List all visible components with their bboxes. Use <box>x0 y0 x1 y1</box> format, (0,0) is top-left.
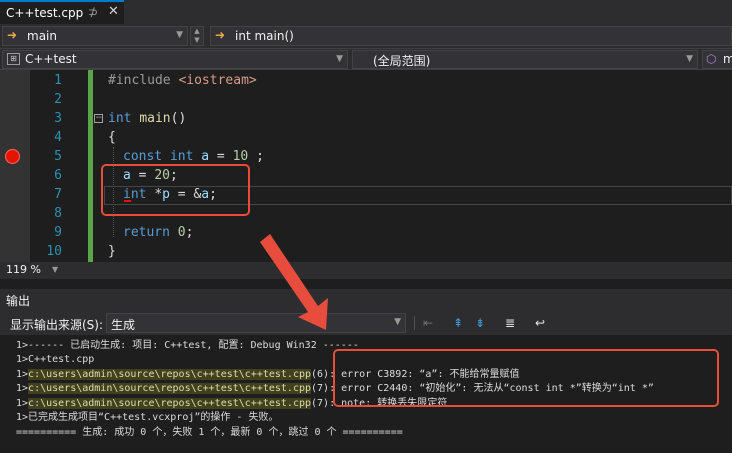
line-number: 1 <box>54 73 62 88</box>
toolbar-separator <box>414 316 415 330</box>
zoom-level[interactable]: 119 % <box>6 263 41 276</box>
navigation-bar: ➜ main ▼ ▲ ▼ ➜ int main() <box>0 24 732 49</box>
project-combo-value: C++test <box>25 52 77 66</box>
document-tab-bar: C++test.cpp ⊅ ✕ <box>0 0 732 24</box>
next-message-icon[interactable]: ⇟ <box>472 315 488 331</box>
chevron-down-icon: ▼ <box>336 54 343 64</box>
member-scope-combo[interactable]: ⬡ m <box>702 50 732 69</box>
previous-message-icon[interactable]: ⇞ <box>450 315 466 331</box>
word-wrap-icon[interactable]: ↩ <box>532 315 548 331</box>
line-number: 2 <box>54 92 62 107</box>
output-source-value: 生成 <box>111 318 136 332</box>
project-icon: ⊞ <box>7 53 20 65</box>
code-editor[interactable]: 1 2 3 4 5 6 7 8 9 10 − #include <iostrea… <box>0 70 732 262</box>
member-combo[interactable]: ➜ int main() <box>210 26 732 46</box>
line-number: 5 <box>54 149 62 164</box>
chevron-down-icon: ▼ <box>686 54 693 64</box>
tab-title: C++test.cpp <box>6 6 84 20</box>
arrow-right-icon: ➜ <box>215 28 226 42</box>
chevron-down-icon: ▼ <box>176 30 183 40</box>
member-scope-value: m <box>723 52 732 66</box>
line-number: 10 <box>46 244 62 259</box>
member-combo-value: int main() <box>235 29 294 43</box>
scope-combo-value: main <box>27 29 57 43</box>
line-number: 9 <box>54 225 62 240</box>
scope-combo[interactable]: ➜ main ▼ <box>2 26 188 46</box>
annotation-box-code <box>101 164 250 216</box>
scope-bar: ⊞ C++test ▼ (全局范围) ▼ ⬡ m <box>0 49 732 70</box>
output-line: 1>已完成生成项目“C++test.vcxproj”的操作 - 失败。 <box>16 412 279 423</box>
code-line-9: return 0; <box>123 225 194 240</box>
tab-cpp-file[interactable]: C++test.cpp ⊅ ✕ <box>0 0 124 24</box>
find-message-icon[interactable]: ⇤ <box>420 315 436 331</box>
global-scope-combo[interactable]: (全局范围) ▼ <box>352 50 698 69</box>
output-line: 1>C++test.cpp <box>16 354 95 365</box>
line-number: 4 <box>54 130 62 145</box>
code-line-3: int main() <box>108 111 187 126</box>
output-source-combo[interactable]: 生成 ▼ <box>106 313 406 333</box>
chevron-down-icon[interactable]: ▼ <box>52 265 58 274</box>
breakpoint-margin[interactable] <box>0 70 30 262</box>
close-icon[interactable]: ✕ <box>108 4 119 19</box>
output-panel-title: 输出 <box>6 294 31 308</box>
output-toolbar: 显示输出来源(S): 生成 ▼ ⇤ ⇞ ⇟ ≣ ↩ <box>0 311 732 335</box>
output-line: 1>------ 已启动生成: 项目: C++test, 配置: Debug W… <box>16 340 359 351</box>
line-number: 8 <box>54 206 62 221</box>
code-line-10: } <box>108 244 116 259</box>
global-scope-value: (全局范围) <box>373 54 431 68</box>
output-source-label: 显示输出来源(S): <box>10 318 104 332</box>
chevron-down-icon: ▼ <box>394 317 401 327</box>
pin-icon[interactable]: ⊅ <box>88 5 98 19</box>
output-panel-header: 输出 <box>0 289 732 311</box>
arrow-right-icon: ➜ <box>7 28 18 42</box>
output-line: ========== 生成: 成功 0 个，失败 1 个，最新 0 个，跳过 0… <box>16 427 403 438</box>
annotation-box-errors <box>333 349 719 407</box>
clear-all-icon[interactable]: ≣ <box>502 315 518 331</box>
change-tracking-bar <box>88 70 93 262</box>
breakpoint-icon[interactable] <box>5 149 20 164</box>
cube-icon: ⬡ <box>706 52 717 66</box>
line-number: 7 <box>54 187 62 202</box>
code-line-1: #include <iostream> <box>108 73 257 88</box>
collapse-icon[interactable]: − <box>94 114 103 123</box>
navigate-stepper[interactable]: ▲ ▼ <box>190 26 204 46</box>
project-combo[interactable]: ⊞ C++test ▼ <box>2 50 348 69</box>
zoom-bar: 119 % ▼ <box>0 262 732 279</box>
line-number: 3 <box>54 111 62 126</box>
line-number: 6 <box>54 168 62 183</box>
code-line-4: { <box>108 130 116 145</box>
